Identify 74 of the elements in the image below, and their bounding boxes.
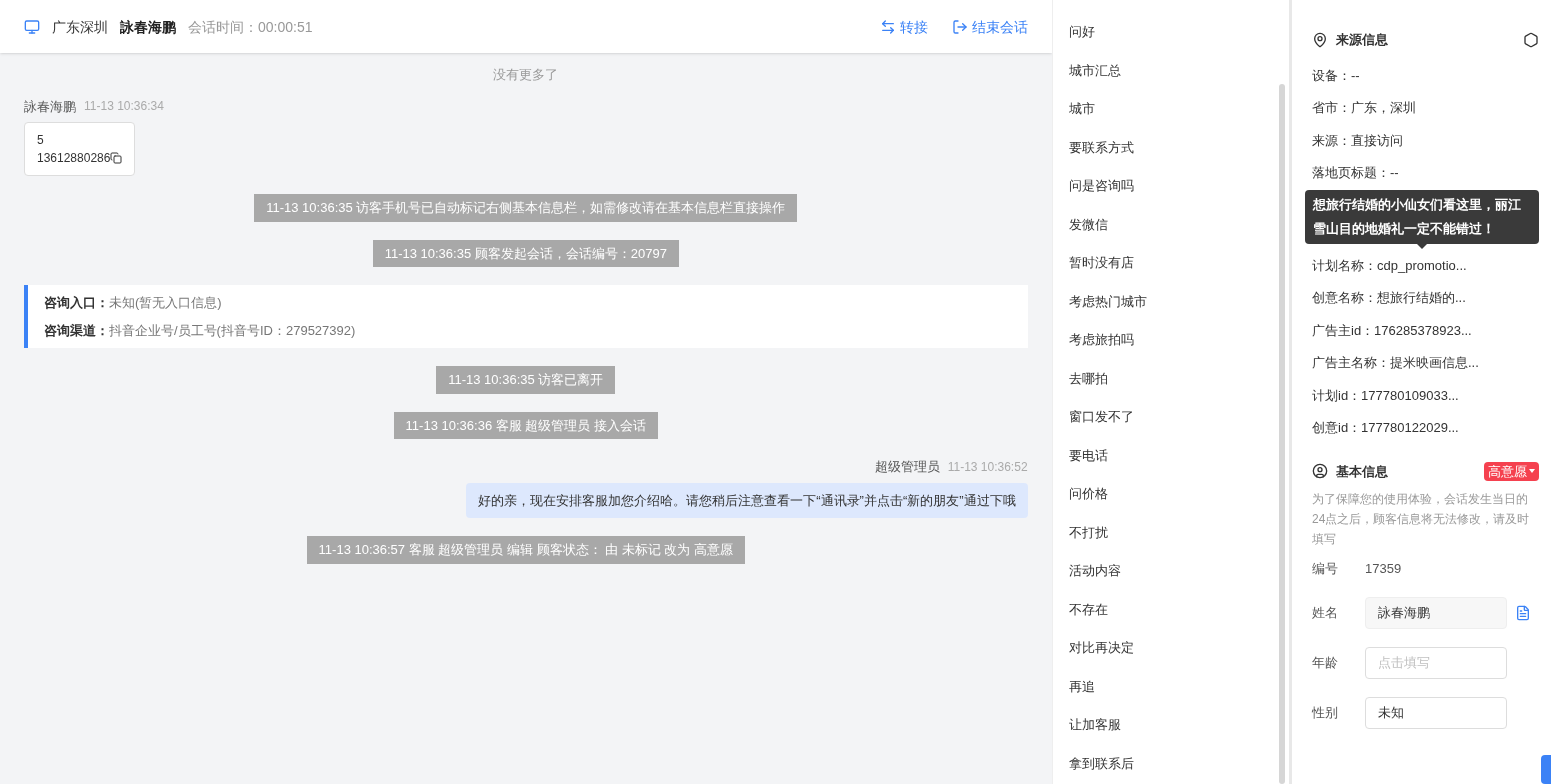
info-value: 未知(暂无入口信息) [109, 294, 222, 312]
quick-reply-item[interactable]: 让加客服 [1068, 715, 1289, 735]
notice-text: 为了保障您的使用体验，会话发生当日的24点之后，顾客信息将无法修改，请及时填写 [1312, 491, 1531, 548]
message-time: 11-13 10:36:52 [947, 458, 1028, 475]
quick-reply-item[interactable]: 窗口发不了 [1068, 407, 1289, 427]
visitor-name: 詠春海鹏 [120, 17, 176, 37]
system-notice: 11-13 10:36:57 客服 超级管理员 编辑 顾客状态： 由 未标记 改为 高意愿 [306, 536, 745, 564]
message-time: 11-13 10:36:34 [84, 98, 164, 115]
quick-reply-item[interactable]: 去哪拍 [1068, 368, 1289, 388]
message-text: 5 [37, 132, 44, 149]
field-label: 编号 [1312, 560, 1339, 578]
quick-reply-item[interactable]: 发微信 [1068, 214, 1289, 234]
section-title: 基本信息 [1336, 462, 1388, 481]
quick-reply-item[interactable]: 问是咨询吗 [1068, 176, 1289, 196]
quick-reply-item[interactable]: 问好 [1068, 22, 1289, 42]
quick-reply-item[interactable]: 不存在 [1068, 599, 1289, 619]
message-bubble: 好的亲，现在安排客服加您介绍哈。请您稍后注意查看一下“通讯录”并点击“新的朋友”通过下哦 [466, 482, 1028, 518]
field-value: 17359 [1365, 560, 1402, 578]
name-field: 詠春海鹏 [1365, 596, 1507, 629]
field-label: 年龄 [1312, 653, 1339, 672]
source-info-row-text: 省市：广东，深圳 [1312, 99, 1417, 117]
source-info-row-text: 广告主id：176285378923... [1312, 321, 1473, 340]
quick-reply-item[interactable]: 暂时没有店 [1068, 253, 1289, 273]
exit-icon [951, 18, 968, 35]
info-label: 咨询渠道： [44, 321, 109, 340]
quick-reply-item[interactable]: 要联系方式 [1068, 137, 1289, 157]
tooltip-arrow [1416, 243, 1427, 249]
input-field[interactable]: 未知 [1365, 696, 1507, 729]
info-label: 咨询入口： [44, 294, 109, 312]
message-text: 13612880286 [37, 150, 111, 167]
quick-reply-item[interactable]: 不打扰 [1068, 522, 1289, 542]
system-notice: 11-13 10:36:35 顾客发起会话，会话编号：20797 [372, 239, 679, 267]
source-info-row-text: 计划id：177780109033... [1312, 386, 1460, 405]
system-notice: 11-13 10:36:36 客服 超级管理员 接入会话 [393, 411, 658, 439]
info-value: 抖音企业号/员工号(抖音号ID：279527392) [109, 321, 356, 340]
header-action-button[interactable]: 转接 [879, 16, 928, 37]
source-info-row-text: 来源：直接访问 [1312, 131, 1404, 150]
quick-reply-item[interactable]: 要电话 [1068, 445, 1289, 465]
header-action-button[interactable]: 结束会话 [951, 16, 1028, 37]
settings-icon[interactable] [1523, 31, 1539, 48]
system-notice: 11-13 10:36:35 访客手机号已自动标记右侧基本信息栏，如需修改请在基本信息栏直接操作 [254, 194, 798, 222]
quick-reply-item[interactable]: 再追 [1068, 676, 1289, 696]
field-label: 姓名 [1312, 603, 1339, 622]
field-label: 性别 [1312, 703, 1339, 722]
sender-name: 超级管理员 [874, 458, 940, 476]
user-circle-icon [1312, 463, 1328, 480]
quick-reply-item[interactable]: 问价格 [1068, 484, 1289, 504]
swap-arrows-icon [879, 18, 896, 35]
session-time: 会话时间：00:00:51 [188, 17, 313, 37]
quick-reply-item[interactable]: 城市汇总 [1068, 60, 1289, 80]
section-title: 来源信息 [1336, 31, 1388, 49]
copy-icon[interactable] [110, 152, 123, 164]
quick-reply-item[interactable]: 活动内容 [1068, 561, 1289, 581]
tooltip: 想旅行结婚的小仙女们看这里，丽江雪山目的地婚礼一定不能错过！ [1304, 189, 1539, 244]
quick-reply-item[interactable]: 考虑旅拍吗 [1068, 330, 1289, 350]
quick-reply-item[interactable]: 拿到联系后 [1068, 753, 1289, 773]
source-info-row-text: 创意名称：想旅行结婚的... [1312, 289, 1467, 307]
quick-reply-item[interactable]: 对比再决定 [1068, 638, 1289, 658]
status-tag[interactable]: 高意愿 [1484, 461, 1539, 481]
source-info-row-text: 广告主名称：提米映画信息... [1312, 354, 1480, 372]
source-info-row-text: 计划名称：cdp_promotio... [1312, 256, 1468, 275]
input-field[interactable]: 点击填写 [1365, 646, 1507, 679]
source-info-row-text: 创意id：177780122029... [1312, 419, 1460, 437]
copy-icon[interactable] [1515, 604, 1531, 621]
location-pin-icon [1312, 31, 1328, 48]
no-more-text: 没有更多了 [493, 66, 559, 84]
monitor-icon [24, 18, 40, 35]
visitor-location: 广东深圳 [52, 17, 108, 37]
quick-reply-item[interactable]: 考虑热门城市 [1068, 291, 1289, 311]
sender-name: 詠春海鹏 [24, 97, 76, 116]
system-notice: 11-13 10:36:35 访客已离开 [436, 366, 616, 394]
quick-reply-item[interactable]: 城市 [1068, 99, 1289, 119]
source-info-row-text: 落地页标题：-- [1312, 164, 1400, 182]
source-info-row-text: 设备：-- [1312, 66, 1361, 85]
